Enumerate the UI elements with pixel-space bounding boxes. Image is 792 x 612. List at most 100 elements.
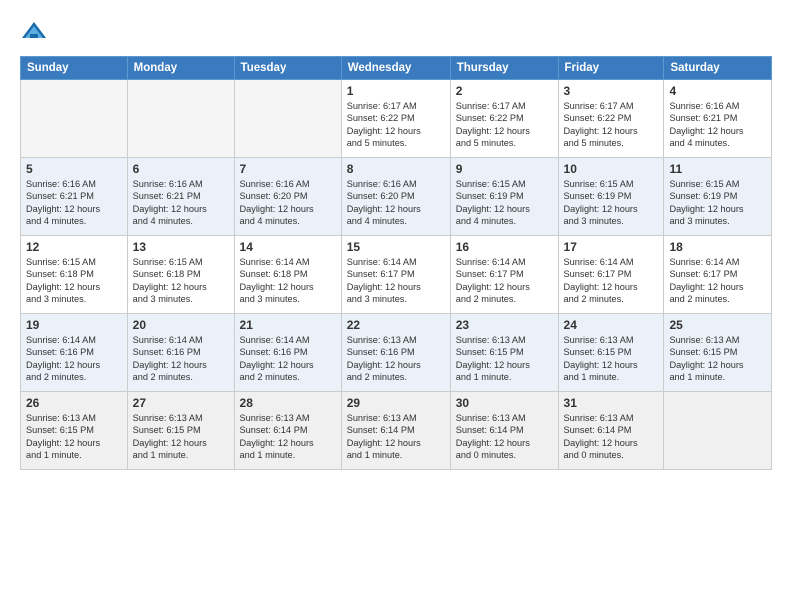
calendar-cell <box>127 80 234 158</box>
day-info: Sunrise: 6:13 AM Sunset: 6:15 PM Dayligh… <box>456 334 553 384</box>
calendar-cell: 22 Sunrise: 6:13 AM Sunset: 6:16 PM Dayli… <box>341 314 450 392</box>
logo <box>20 18 52 46</box>
day-number: 25 <box>669 318 766 332</box>
day-number: 3 <box>564 84 659 98</box>
day-number: 28 <box>240 396 336 410</box>
day-info: Sunrise: 6:17 AM Sunset: 6:22 PM Dayligh… <box>456 100 553 150</box>
calendar-cell: 21 Sunrise: 6:14 AM Sunset: 6:16 PM Dayli… <box>234 314 341 392</box>
day-number: 24 <box>564 318 659 332</box>
calendar-cell <box>234 80 341 158</box>
weekday-header-thursday: Thursday <box>450 57 558 80</box>
day-info: Sunrise: 6:15 AM Sunset: 6:18 PM Dayligh… <box>26 256 122 306</box>
day-info: Sunrise: 6:14 AM Sunset: 6:17 PM Dayligh… <box>564 256 659 306</box>
calendar-cell <box>664 392 772 470</box>
day-number: 6 <box>133 162 229 176</box>
day-info: Sunrise: 6:14 AM Sunset: 6:17 PM Dayligh… <box>669 256 766 306</box>
calendar-cell: 4Sunrise: 6:16 AM Sunset: 6:21 PM Daylig… <box>664 80 772 158</box>
calendar-cell: 27 Sunrise: 6:13 AM Sunset: 6:15 PM Dayli… <box>127 392 234 470</box>
day-info: Sunrise: 6:13 AM Sunset: 6:14 PM Dayligh… <box>456 412 553 462</box>
day-number: 31 <box>564 396 659 410</box>
day-info: Sunrise: 6:13 AM Sunset: 6:15 PM Dayligh… <box>669 334 766 384</box>
day-number: 13 <box>133 240 229 254</box>
day-info: Sunrise: 6:15 AM Sunset: 6:18 PM Dayligh… <box>133 256 229 306</box>
day-number: 14 <box>240 240 336 254</box>
calendar-cell: 20Sunrise: 6:14 AM Sunset: 6:16 PM Dayli… <box>127 314 234 392</box>
day-info: Sunrise: 6:17 AM Sunset: 6:22 PM Dayligh… <box>347 100 445 150</box>
day-number: 8 <box>347 162 445 176</box>
calendar-cell: 28 Sunrise: 6:13 AM Sunset: 6:14 PM Dayli… <box>234 392 341 470</box>
day-number: 23 <box>456 318 553 332</box>
week-row-4: 19 Sunrise: 6:14 AM Sunset: 6:16 PM Dayli… <box>21 314 772 392</box>
week-row-2: 5 Sunrise: 6:16 AM Sunset: 6:21 PM Daylig… <box>21 158 772 236</box>
calendar-cell: 8 Sunrise: 6:16 AM Sunset: 6:20 PM Daylig… <box>341 158 450 236</box>
day-number: 19 <box>26 318 122 332</box>
day-number: 5 <box>26 162 122 176</box>
day-info: Sunrise: 6:14 AM Sunset: 6:16 PM Dayligh… <box>240 334 336 384</box>
calendar-cell: 16Sunrise: 6:14 AM Sunset: 6:17 PM Dayli… <box>450 236 558 314</box>
weekday-header-tuesday: Tuesday <box>234 57 341 80</box>
calendar-cell: 3 Sunrise: 6:17 AM Sunset: 6:22 PM Daylig… <box>558 80 664 158</box>
weekday-header-friday: Friday <box>558 57 664 80</box>
day-number: 29 <box>347 396 445 410</box>
day-info: Sunrise: 6:15 AM Sunset: 6:19 PM Dayligh… <box>669 178 766 228</box>
day-info: Sunrise: 6:13 AM Sunset: 6:14 PM Dayligh… <box>240 412 336 462</box>
calendar-cell: 24 Sunrise: 6:13 AM Sunset: 6:15 PM Dayli… <box>558 314 664 392</box>
day-number: 21 <box>240 318 336 332</box>
day-info: Sunrise: 6:14 AM Sunset: 6:17 PM Dayligh… <box>456 256 553 306</box>
calendar-cell: 18 Sunrise: 6:14 AM Sunset: 6:17 PM Dayli… <box>664 236 772 314</box>
day-number: 12 <box>26 240 122 254</box>
page: SundayMondayTuesdayWednesdayThursdayFrid… <box>0 0 792 612</box>
day-number: 27 <box>133 396 229 410</box>
day-info: Sunrise: 6:13 AM Sunset: 6:15 PM Dayligh… <box>133 412 229 462</box>
calendar-cell: 2 Sunrise: 6:17 AM Sunset: 6:22 PM Daylig… <box>450 80 558 158</box>
day-info: Sunrise: 6:14 AM Sunset: 6:17 PM Dayligh… <box>347 256 445 306</box>
day-number: 2 <box>456 84 553 98</box>
calendar-cell: 13 Sunrise: 6:15 AM Sunset: 6:18 PM Dayli… <box>127 236 234 314</box>
weekday-header-saturday: Saturday <box>664 57 772 80</box>
day-info: Sunrise: 6:13 AM Sunset: 6:15 PM Dayligh… <box>564 334 659 384</box>
day-number: 9 <box>456 162 553 176</box>
day-number: 7 <box>240 162 336 176</box>
day-info: Sunrise: 6:16 AM Sunset: 6:20 PM Dayligh… <box>240 178 336 228</box>
week-row-3: 12 Sunrise: 6:15 AM Sunset: 6:18 PM Dayli… <box>21 236 772 314</box>
day-number: 30 <box>456 396 553 410</box>
day-info: Sunrise: 6:15 AM Sunset: 6:19 PM Dayligh… <box>564 178 659 228</box>
day-info: Sunrise: 6:16 AM Sunset: 6:21 PM Dayligh… <box>669 100 766 150</box>
calendar-cell: 30 Sunrise: 6:13 AM Sunset: 6:14 PM Dayli… <box>450 392 558 470</box>
day-number: 22 <box>347 318 445 332</box>
calendar-cell: 12 Sunrise: 6:15 AM Sunset: 6:18 PM Dayli… <box>21 236 128 314</box>
day-info: Sunrise: 6:16 AM Sunset: 6:21 PM Dayligh… <box>26 178 122 228</box>
day-number: 11 <box>669 162 766 176</box>
day-info: Sunrise: 6:13 AM Sunset: 6:16 PM Dayligh… <box>347 334 445 384</box>
calendar-cell: 7 Sunrise: 6:16 AM Sunset: 6:20 PM Daylig… <box>234 158 341 236</box>
day-info: Sunrise: 6:13 AM Sunset: 6:14 PM Dayligh… <box>564 412 659 462</box>
day-number: 10 <box>564 162 659 176</box>
day-number: 1 <box>347 84 445 98</box>
day-info: Sunrise: 6:17 AM Sunset: 6:22 PM Dayligh… <box>564 100 659 150</box>
week-row-1: 1 Sunrise: 6:17 AM Sunset: 6:22 PM Daylig… <box>21 80 772 158</box>
day-info: Sunrise: 6:16 AM Sunset: 6:20 PM Dayligh… <box>347 178 445 228</box>
calendar-cell: 10 Sunrise: 6:15 AM Sunset: 6:19 PM Dayli… <box>558 158 664 236</box>
calendar-cell: 6 Sunrise: 6:16 AM Sunset: 6:21 PM Daylig… <box>127 158 234 236</box>
day-info: Sunrise: 6:14 AM Sunset: 6:16 PM Dayligh… <box>26 334 122 384</box>
calendar-cell: 23 Sunrise: 6:13 AM Sunset: 6:15 PM Dayli… <box>450 314 558 392</box>
calendar-cell: 17 Sunrise: 6:14 AM Sunset: 6:17 PM Dayli… <box>558 236 664 314</box>
logo-icon <box>20 18 48 46</box>
calendar-cell: 9 Sunrise: 6:15 AM Sunset: 6:19 PM Daylig… <box>450 158 558 236</box>
calendar-cell: 11 Sunrise: 6:15 AM Sunset: 6:19 PM Dayli… <box>664 158 772 236</box>
weekday-header-sunday: Sunday <box>21 57 128 80</box>
day-number: 18 <box>669 240 766 254</box>
day-info: Sunrise: 6:14 AM Sunset: 6:16 PM Dayligh… <box>133 334 229 384</box>
calendar-cell: 1 Sunrise: 6:17 AM Sunset: 6:22 PM Daylig… <box>341 80 450 158</box>
day-number: 17 <box>564 240 659 254</box>
weekday-header-monday: Monday <box>127 57 234 80</box>
day-number: 26 <box>26 396 122 410</box>
calendar: SundayMondayTuesdayWednesdayThursdayFrid… <box>20 56 772 470</box>
day-info: Sunrise: 6:16 AM Sunset: 6:21 PM Dayligh… <box>133 178 229 228</box>
day-info: Sunrise: 6:14 AM Sunset: 6:18 PM Dayligh… <box>240 256 336 306</box>
header <box>20 18 772 46</box>
day-info: Sunrise: 6:15 AM Sunset: 6:19 PM Dayligh… <box>456 178 553 228</box>
week-row-5: 26 Sunrise: 6:13 AM Sunset: 6:15 PM Dayli… <box>21 392 772 470</box>
day-info: Sunrise: 6:13 AM Sunset: 6:15 PM Dayligh… <box>26 412 122 462</box>
day-info: Sunrise: 6:13 AM Sunset: 6:14 PM Dayligh… <box>347 412 445 462</box>
